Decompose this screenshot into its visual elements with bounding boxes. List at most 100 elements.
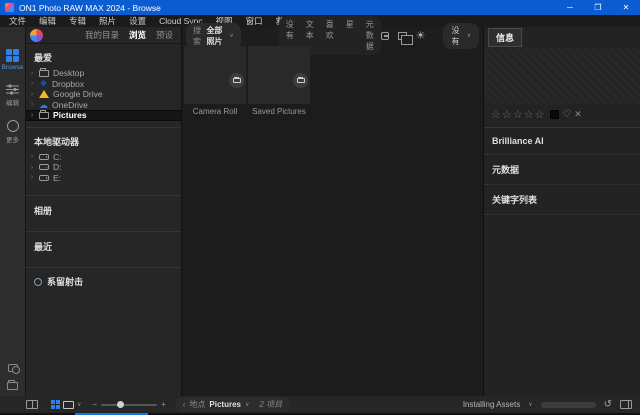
tab-presets[interactable]: 预设 [156,29,173,41]
chevron-down-icon[interactable]: ∨ [528,401,532,408]
sync-icon[interactable] [8,364,18,372]
chevron-right-icon[interactable]: › [29,101,35,108]
window-title: ON1 Photo RAW MAX 2024 - Browse [19,3,161,13]
slider-track[interactable] [101,404,157,406]
section-metadata[interactable]: 元数据 [484,155,640,185]
folder-tile-camera-roll[interactable]: Camera Roll [184,46,246,116]
sidebar-item-onedrive[interactable]: › ☁ OneDrive [26,100,181,111]
filter-panel-icon[interactable] [381,32,389,40]
color-label-swatch[interactable] [550,110,559,119]
local-drives-header[interactable]: 本地驱动器 [26,128,181,152]
module-edit[interactable]: 编辑 [6,84,19,107]
stacks-icon[interactable] [398,32,406,40]
chevron-right-icon[interactable]: › [29,80,35,87]
menu-album[interactable]: 专辑 [69,15,86,27]
chevron-right-icon[interactable]: › [29,153,35,160]
sidebar-item-drive-e[interactable]: › E: [26,173,181,184]
section-brilliance-ai[interactable]: Brilliance AI [484,128,640,155]
status-bar: ∨ − + ‹ 地点 Pictures ∨ 2 项目 Installing As… [0,396,640,413]
folder-icon [233,78,241,83]
star-rating-icons[interactable]: ☆☆☆☆☆ [491,108,545,121]
search-label: 搜索 [193,25,202,47]
zoom-in-button[interactable]: + [161,400,166,409]
refresh-icon[interactable]: ↺ [604,399,612,410]
chevron-right-icon[interactable]: › [29,164,35,171]
zoom-out-button[interactable]: − [92,400,97,409]
filter-metadata[interactable]: 元数据 [360,17,380,54]
menu-photo[interactable]: 照片 [99,15,116,27]
grid-view-icon[interactable] [51,400,60,409]
reject-icon[interactable]: ✕ [574,109,582,120]
installing-assets-label[interactable]: Installing Assets [463,400,520,409]
sliders-icon [6,84,19,95]
chevron-down-icon[interactable]: ∨ [229,32,233,39]
sidebar-item-drive-c[interactable]: › C: [26,152,181,163]
chevron-down-icon[interactable]: ∨ [77,401,81,408]
thumbnail-size-slider: − + [92,400,165,409]
recent-header[interactable]: 最近 [26,232,181,261]
folder-thumbnail[interactable] [248,46,310,104]
chevron-down-icon[interactable]: ∨ [245,401,249,408]
folder-icon [39,70,49,77]
toggle-panel-icon[interactable] [620,400,632,409]
folder-icon [39,112,49,119]
folder-shortcut-icon[interactable] [7,382,18,390]
chevron-down-icon: ∨ [467,32,471,39]
menu-edit[interactable]: 编辑 [39,15,56,27]
browse-grid-icon [6,49,19,62]
breadcrumb-folder[interactable]: Pictures [209,400,241,409]
tab-my-catalogs[interactable]: 我的目录 [85,29,119,41]
search-box[interactable]: 搜索 全部照片 ∨ [186,23,241,49]
tethered-shooting[interactable]: 系留射击 [26,268,181,295]
chevron-right-icon[interactable]: › [29,70,35,77]
on1-logo [30,29,43,42]
breadcrumb[interactable]: ‹ 地点 Pictures ∨ 2 项目 [175,397,290,412]
sidebar-item-drive-d[interactable]: › D: [26,162,181,173]
search-scope[interactable]: 全部照片 [206,25,225,47]
heart-like-icon[interactable]: ♡ [562,109,571,120]
tether-circle-icon [34,278,42,286]
view-mode-switch: ∨ [51,400,81,409]
sidebar-item-google-drive[interactable]: › Google Drive [26,89,181,100]
favorites-header[interactable]: 最爱 [26,44,181,68]
folder-badge [229,73,244,88]
folder-name: Saved Pictures [248,104,310,116]
sun-brightness-icon[interactable]: ☀ [416,31,426,41]
chevron-right-icon[interactable]: › [29,91,35,98]
left-sidebar: 我的目录 浏览 预设 最爱 › Desktop › ❖ Dropbox › Go… [26,27,182,396]
sort-dropdown[interactable]: 没有 ∨ [443,23,479,49]
chevron-right-icon[interactable]: › [29,112,35,119]
maximize-button[interactable]: ❒ [584,0,612,15]
albums-header[interactable]: 相册 [26,196,181,225]
filter-stars[interactable]: 星 [340,17,360,54]
tab-browse[interactable]: 浏览 [129,29,146,41]
google-drive-icon [39,90,49,98]
folder-tile-saved-pictures[interactable]: Saved Pictures [248,46,310,116]
folder-name: Camera Roll [184,104,246,116]
menu-settings[interactable]: 设置 [129,15,146,27]
dual-view-book-icon[interactable] [26,400,38,409]
folder-thumbnail[interactable] [184,46,246,104]
module-more[interactable]: 更多 [6,120,19,144]
install-progress-bar [541,402,596,408]
chevron-right-icon[interactable]: › [29,174,35,181]
onedrive-icon: ☁ [39,101,48,109]
slider-knob[interactable] [117,401,124,408]
filter-likes[interactable]: 喜欢 [320,17,340,54]
close-button[interactable]: ✕ [612,0,640,15]
module-browse[interactable]: Browse [2,49,24,71]
section-keyword-list[interactable]: 关键字列表 [484,185,640,215]
back-chevron-icon[interactable]: ‹ [183,400,186,409]
minimize-button[interactable]: ─ [556,0,584,15]
drive-icon [39,164,49,170]
sidebar-item-dropbox[interactable]: › ❖ Dropbox [26,79,181,90]
menu-window[interactable]: 窗口 [246,15,263,27]
folder-grid: Camera Roll Saved Pictures [182,44,483,118]
tab-info[interactable]: 信息 [488,28,522,47]
detail-view-icon[interactable] [63,401,74,409]
sidebar-item-desktop[interactable]: › Desktop [26,68,181,79]
dropbox-icon: ❖ [39,80,48,88]
drive-icon [39,154,49,160]
sidebar-item-pictures[interactable]: › Pictures [26,110,181,121]
menu-file[interactable]: 文件 [9,15,26,27]
